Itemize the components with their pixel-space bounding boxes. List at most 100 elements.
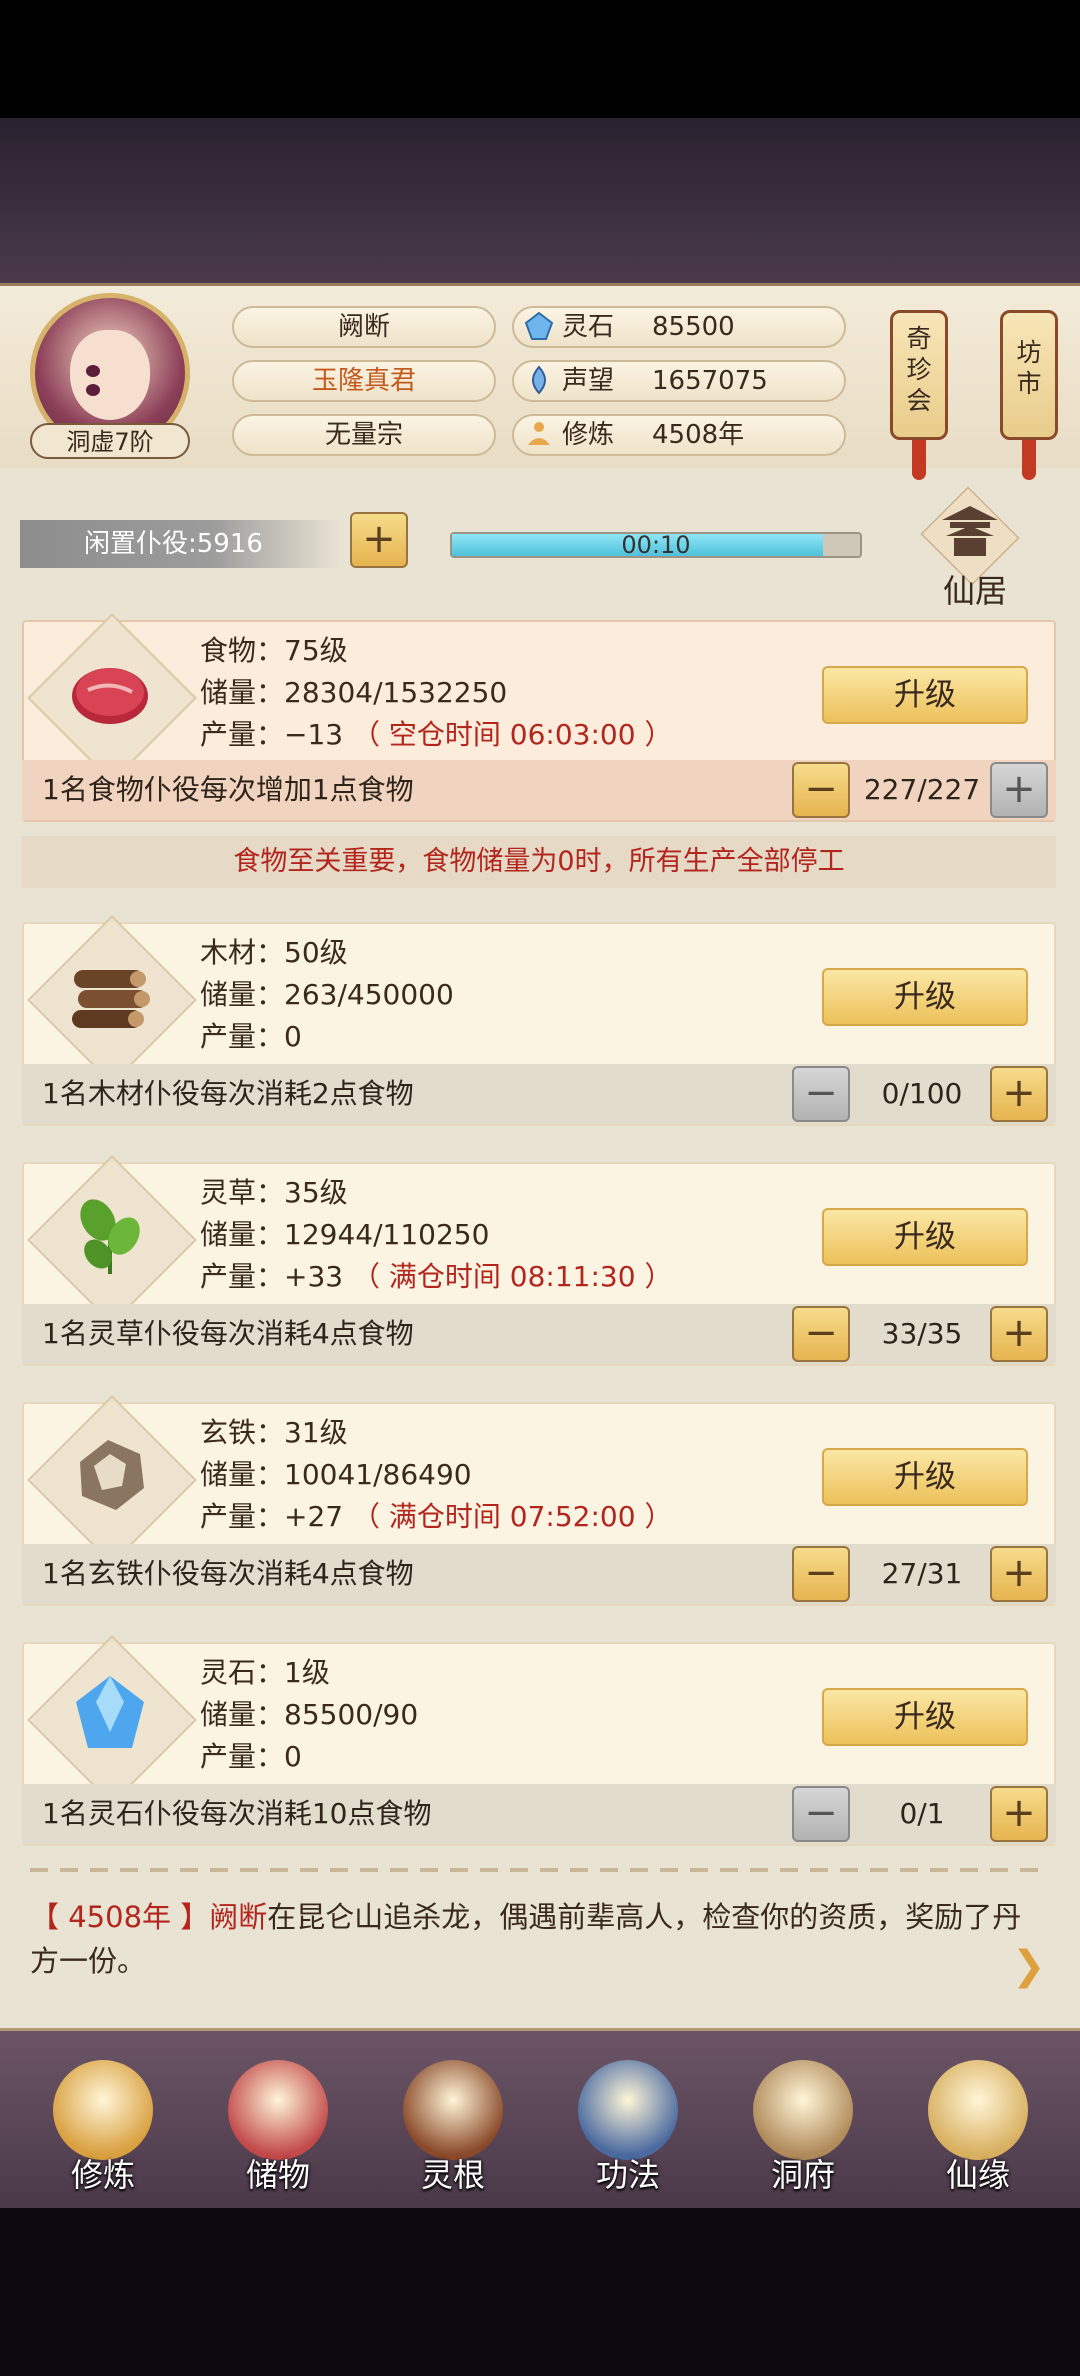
spirit-crystal-icon (68, 1672, 152, 1756)
production-timer-bar: 00:10 (450, 532, 862, 558)
nav-label: 洞府 (770, 2156, 835, 2194)
upgrade-button[interactable]: 升级 (822, 1208, 1028, 1266)
wood-logs-icon (68, 952, 152, 1036)
remove-worker-button[interactable]: − (792, 1786, 850, 1842)
meat-icon (68, 650, 152, 734)
worker-count: 33/35 (881, 1317, 963, 1350)
lantern-char: 会 (906, 386, 932, 415)
avatar-face (70, 330, 150, 420)
worker-description: 1名玄铁仆役每次消耗4点食物 (42, 1557, 414, 1590)
nav-spirit-root[interactable]: 灵根 (378, 2060, 528, 2210)
resource-level: 木材：50级 (200, 936, 348, 969)
output-time-note: （ 空仓时间 06:03:00 ） (352, 718, 673, 751)
stat-label: 灵石 (562, 312, 615, 342)
meditation-icon (528, 421, 550, 445)
log-year: 【 4508年 】 (30, 1900, 210, 1934)
player-sect: 无量宗 (232, 414, 496, 456)
timer-text: 00:10 (621, 531, 691, 559)
resource-level: 玄铁：31级 (200, 1416, 348, 1449)
nav-cave-mansion[interactable]: 洞府 (728, 2060, 878, 2210)
upgrade-button[interactable]: 升级 (822, 968, 1028, 1026)
upgrade-button[interactable]: 升级 (822, 1688, 1028, 1746)
remove-worker-button[interactable]: − (792, 1546, 850, 1602)
lantern-char: 奇 (906, 324, 932, 353)
next-log-icon[interactable]: ❯ (1012, 1946, 1052, 1986)
add-idle-worker-button[interactable]: + (350, 512, 408, 568)
nav-fortune-gourd[interactable]: 仙缘 (903, 2060, 1053, 2210)
nav-storage-bag[interactable]: 储物 (203, 2060, 353, 2210)
remove-worker-button[interactable]: − (792, 1306, 850, 1362)
resource-level: 灵石：1级 (200, 1656, 330, 1689)
cave-mansion-icon (753, 2060, 853, 2160)
lantern-tassel (1022, 440, 1036, 480)
resource-output: 产量：−13 （ 空仓时间 06:03:00 ） (200, 714, 672, 756)
worker-description: 1名食物仆役每次增加1点食物 (42, 773, 414, 806)
stat-value: 85500 (652, 312, 735, 342)
resource-storage: 储量：12944/110250 (200, 1218, 490, 1251)
resource-storage: 储量：28304/1532250 (200, 676, 508, 709)
add-worker-button[interactable]: + (990, 1066, 1048, 1122)
nav-label: 修炼 (70, 2156, 135, 2194)
resource-output: 产量：+27 （ 满仓时间 07:52:00 ） (200, 1496, 672, 1538)
spirit-stone-icon (524, 311, 554, 340)
resource-level: 食物：75级 (200, 634, 348, 667)
nav-scripture-book[interactable]: 功法 (553, 2060, 703, 2210)
scripture-book-icon (578, 2060, 678, 2160)
lantern-char: 市 (1016, 369, 1042, 398)
divider (30, 1868, 1050, 1872)
resource-output: 产量：0 (200, 1736, 302, 1778)
output-value: 产量：0 (200, 1740, 302, 1773)
herb-icon (68, 1192, 152, 1276)
stat-spirit-stone: 灵石 85500 (512, 306, 846, 348)
add-worker-button[interactable]: + (990, 1306, 1048, 1362)
nav-label: 灵根 (420, 2156, 485, 2194)
add-worker-button[interactable]: + (990, 762, 1048, 818)
nav-cultivate[interactable]: 修炼 (28, 2060, 178, 2210)
resource-output: 产量：0 (200, 1016, 302, 1058)
worker-count: 0/1 (899, 1797, 945, 1830)
resource-storage: 储量：10041/86490 (200, 1458, 472, 1491)
player-title: 玉隆真君 (232, 360, 496, 402)
stat-label: 修炼 (562, 420, 615, 450)
resource-output: 产量：+33 （ 满仓时间 08:11:30 ） (200, 1256, 672, 1298)
output-value: 产量：0 (200, 1020, 302, 1053)
stat-label: 声望 (562, 366, 615, 396)
resource-storage: 储量：85500/90 (200, 1698, 419, 1731)
top-banner (0, 118, 1080, 283)
remove-worker-button[interactable]: − (792, 1066, 850, 1122)
cultivate-icon (53, 2060, 153, 2160)
upgrade-button[interactable]: 升级 (822, 666, 1028, 724)
worker-count: 227/227 (863, 773, 981, 806)
spirit-root-icon (403, 2060, 503, 2160)
stat-value: 4508年 (652, 420, 745, 450)
treasure-auction-button[interactable]: 奇 珍 会 (890, 310, 948, 440)
worker-description: 1名灵草仆役每次消耗4点食物 (42, 1317, 414, 1350)
home-label: 仙居 (942, 572, 1007, 610)
output-time-note: （ 满仓时间 08:11:30 ） (352, 1260, 673, 1293)
upgrade-button[interactable]: 升级 (822, 1448, 1028, 1506)
market-button[interactable]: 坊 市 (1000, 310, 1058, 440)
lantern-char: 坊 (1016, 338, 1042, 367)
stat-cultivation-years: 修炼 4508年 (512, 414, 846, 456)
resource-level: 灵草：35级 (200, 1176, 348, 1209)
worker-description: 1名木材仆役每次消耗2点食物 (42, 1077, 414, 1110)
output-value: 产量：−13 (200, 718, 344, 751)
resource-storage: 储量：263/450000 (200, 978, 454, 1011)
output-time-note: （ 满仓时间 07:52:00 ） (352, 1500, 673, 1533)
output-value: 产量：+33 (200, 1260, 344, 1293)
add-worker-button[interactable]: + (990, 1546, 1048, 1602)
player-name: 阙断 (232, 306, 496, 348)
iron-ore-icon (68, 1432, 152, 1516)
pavilion-roof-icon (942, 506, 998, 556)
avatar-eyes (86, 362, 134, 396)
output-value: 产量：+27 (200, 1500, 344, 1533)
storage-bag-icon (228, 2060, 328, 2160)
food-warning: 食物至关重要，食物储量为0时，所有生产全部停工 (22, 836, 1056, 888)
log-name: 阙断 (209, 1900, 268, 1934)
remove-worker-button[interactable]: − (792, 762, 850, 818)
nav-label: 储物 (245, 2156, 310, 2194)
bottom-banner (0, 2208, 1080, 2376)
lantern-char: 珍 (906, 355, 932, 384)
cultivation-rank-badge: 洞虚7阶 (30, 423, 190, 459)
add-worker-button[interactable]: + (990, 1786, 1048, 1842)
